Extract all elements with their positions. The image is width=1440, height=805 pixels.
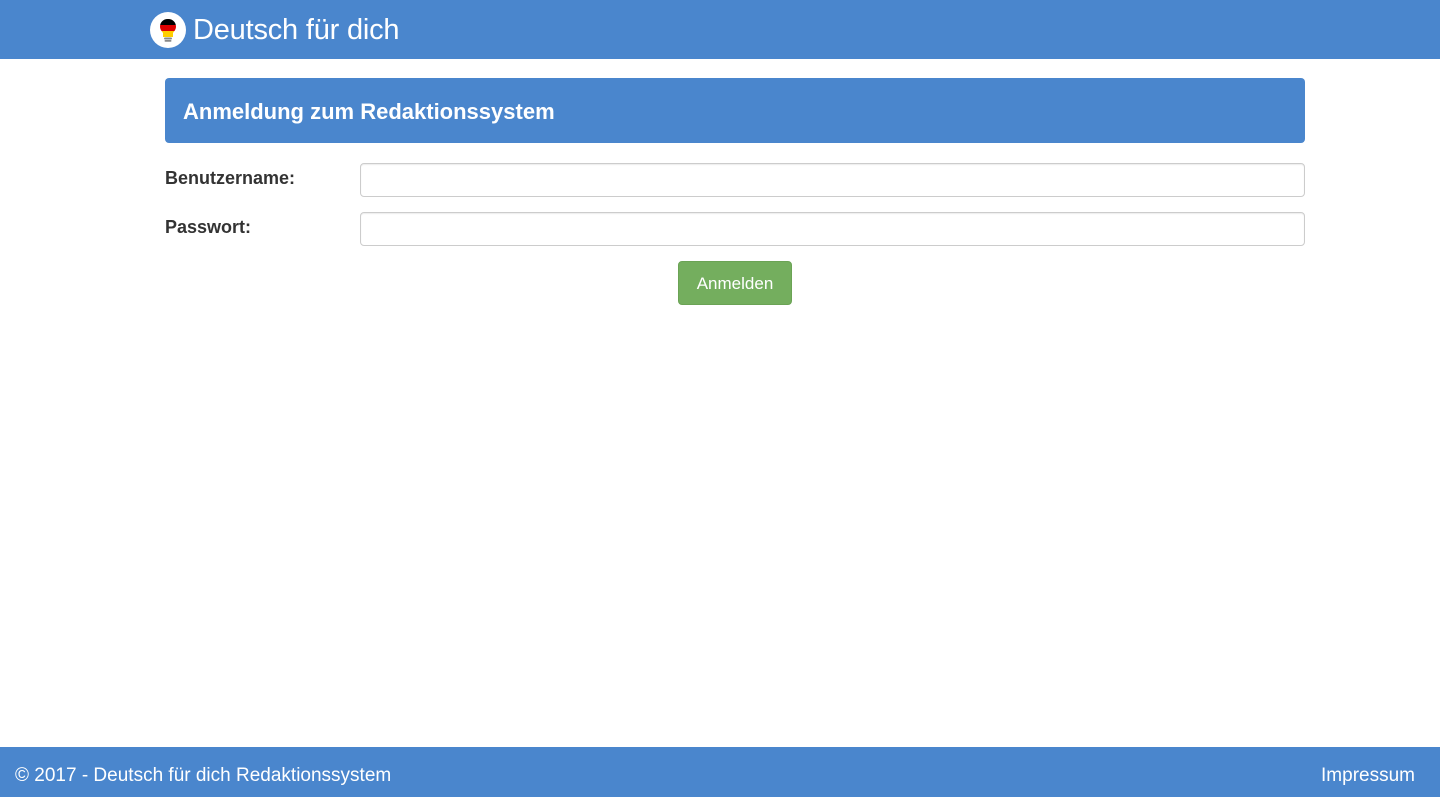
lightbulb-flag-graphic	[160, 19, 176, 42]
password-label: Passwort:	[165, 217, 252, 237]
username-label: Benutzername:	[165, 168, 296, 188]
impressum-link[interactable]: Impressum	[1321, 747, 1415, 805]
login-button[interactable]: Anmelden	[678, 261, 792, 305]
brand-title: Deutsch für dich	[193, 14, 400, 46]
footer-copyright: © 2017 - Deutsch für dich Redaktionssyst…	[15, 765, 392, 786]
footer: © 2017 - Deutsch für dich Redaktionssyst…	[0, 747, 1440, 797]
top-navbar: Deutsch für dich	[0, 0, 1440, 59]
username-input[interactable]	[360, 163, 1305, 197]
login-panel-heading: Anmeldung zum Redaktionssystem	[165, 78, 1305, 143]
page-title: Anmeldung zum Redaktionssystem	[183, 99, 555, 124]
password-input[interactable]	[360, 212, 1305, 246]
brand-link[interactable]: Deutsch für dich	[150, 12, 400, 48]
germany-lightbulb-icon	[150, 12, 186, 48]
